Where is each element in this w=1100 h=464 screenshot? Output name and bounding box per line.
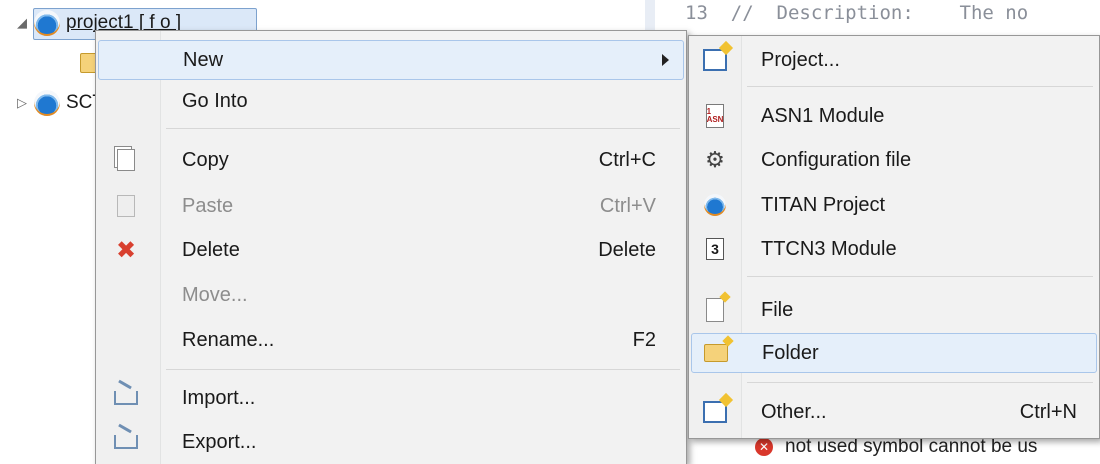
menu-separator xyxy=(166,369,680,370)
export-icon xyxy=(114,430,138,454)
submenu-item-project[interactable]: Project... xyxy=(691,40,1097,80)
new-file-icon xyxy=(703,298,727,322)
paste-icon xyxy=(114,194,138,218)
titan-project-icon xyxy=(703,193,727,217)
import-icon xyxy=(114,386,138,410)
new-submenu: Project... 1 ASN ASN1 Module ⚙ Configurat… xyxy=(688,35,1100,439)
submenu-item-label: Project... xyxy=(761,48,840,71)
new-project-icon xyxy=(703,48,727,72)
submenu-item-label: Other... xyxy=(761,400,827,423)
menu-item-label: Copy xyxy=(182,148,229,171)
problem-marker[interactable]: ✕ not used symbol cannot be us xyxy=(755,436,1037,458)
ttcn3-module-icon: 3 xyxy=(703,237,727,261)
menu-item-label: Import... xyxy=(182,386,256,409)
asn1-module-icon: 1 ASN xyxy=(703,104,727,128)
menu-separator xyxy=(747,382,1093,383)
submenu-item-label: Configuration file xyxy=(761,148,912,171)
menu-item-move[interactable]: Move... xyxy=(98,275,684,315)
submenu-item-shortcut: Ctrl+N xyxy=(1019,400,1077,423)
submenu-item-label: TTCN3 Module xyxy=(761,237,897,260)
menu-item-shortcut: F2 xyxy=(632,328,656,351)
menu-item-delete[interactable]: ✖ Delete Delete xyxy=(98,230,684,270)
titan-project-icon xyxy=(34,90,60,116)
code-line: 13 // Description: The no xyxy=(685,2,1029,24)
submenu-item-titan-project[interactable]: TITAN Project xyxy=(691,185,1097,225)
submenu-item-folder[interactable]: Folder xyxy=(691,333,1097,373)
context-menu: New Go Into Copy Ctrl+C Paste Ctrl+V ✖ D… xyxy=(95,30,687,464)
menu-item-shortcut: Delete xyxy=(598,238,656,261)
expanded-twisty-icon[interactable]: ◢ xyxy=(14,15,30,31)
new-folder-icon xyxy=(704,341,728,365)
delete-icon: ✖ xyxy=(115,236,137,264)
menu-item-paste[interactable]: Paste Ctrl+V xyxy=(98,186,684,226)
submenu-item-ttcn3-module[interactable]: 3 TTCN3 Module xyxy=(691,229,1097,269)
error-icon: ✕ xyxy=(755,438,773,456)
menu-item-new[interactable]: New xyxy=(98,40,684,80)
menu-item-label: Rename... xyxy=(182,328,275,351)
collapsed-twisty-icon[interactable]: ▷ xyxy=(14,95,30,111)
menu-item-label: Delete xyxy=(182,238,240,261)
submenu-item-label: ASN1 Module xyxy=(761,104,885,127)
configuration-file-icon: ⚙ xyxy=(705,147,725,172)
menu-item-label: Go Into xyxy=(182,89,248,112)
menu-item-label: Paste xyxy=(182,194,234,217)
submenu-arrow-icon xyxy=(662,54,669,66)
menu-item-import[interactable]: Import... xyxy=(98,378,684,418)
menu-separator xyxy=(166,128,680,129)
menu-item-copy[interactable]: Copy Ctrl+C xyxy=(98,140,684,180)
menu-item-rename[interactable]: Rename... F2 xyxy=(98,320,684,360)
menu-item-export[interactable]: Export... xyxy=(98,422,684,462)
submenu-item-label: Folder xyxy=(762,341,819,364)
menu-item-go-into[interactable]: Go Into xyxy=(98,81,684,121)
menu-separator xyxy=(747,86,1093,87)
menu-item-shortcut: Ctrl+C xyxy=(598,148,656,171)
submenu-item-asn1-module[interactable]: 1 ASN ASN1 Module xyxy=(691,96,1097,136)
submenu-item-other[interactable]: Other... Ctrl+N xyxy=(691,392,1097,432)
menu-item-label: New xyxy=(183,48,224,71)
menu-separator xyxy=(747,276,1093,277)
menu-item-label: Move... xyxy=(182,283,248,306)
copy-icon xyxy=(114,148,138,172)
submenu-item-label: File xyxy=(761,298,794,321)
submenu-item-file[interactable]: File xyxy=(691,290,1097,330)
tree-row-sct[interactable]: ▷ SCT xyxy=(14,88,104,118)
titan-project-icon xyxy=(34,10,60,36)
menu-item-shortcut: Ctrl+V xyxy=(599,194,656,217)
new-wizard-icon xyxy=(703,400,727,424)
menu-item-label: Export... xyxy=(182,430,257,453)
submenu-item-label: TITAN Project xyxy=(761,193,886,216)
problem-text: not used symbol cannot be us xyxy=(785,436,1038,457)
submenu-item-configuration-file[interactable]: ⚙ Configuration file xyxy=(691,140,1097,180)
